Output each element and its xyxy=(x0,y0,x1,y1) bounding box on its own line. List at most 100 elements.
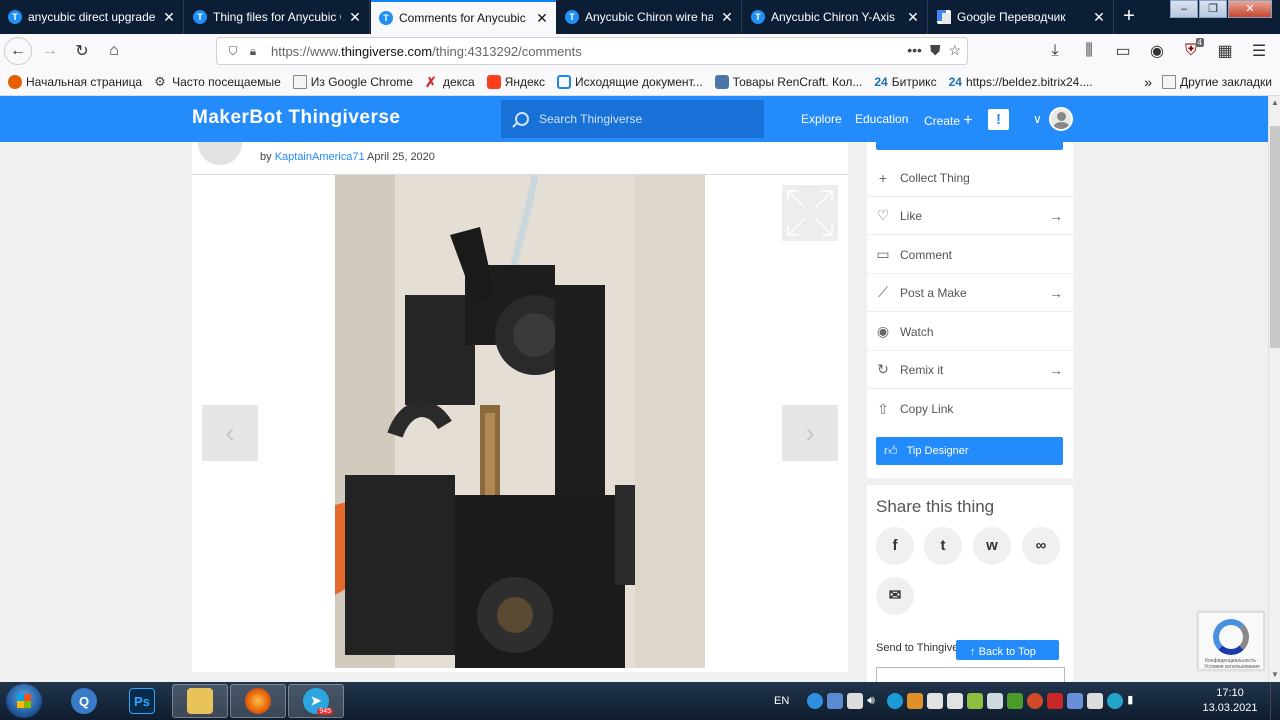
watch-button[interactable]: ◉ Watch xyxy=(867,313,1073,351)
close-icon[interactable]: ✕ xyxy=(347,9,363,25)
signal-icon[interactable]: ▮ xyxy=(1127,693,1143,709)
scrollbar-thumb[interactable] xyxy=(1270,126,1280,348)
bookmark-bitrix[interactable]: 24 Битрикс xyxy=(874,75,936,89)
language-indicator[interactable]: EN xyxy=(774,695,789,707)
fullscreen-expand-button[interactable] xyxy=(782,185,838,241)
tab-thing-files[interactable]: T Thing files for Anycubic C ✕ xyxy=(185,0,370,34)
page-actions-icon[interactable]: ••• xyxy=(907,42,922,59)
email-icon[interactable]: ✉ xyxy=(876,577,914,615)
bookmark-most-visited[interactable]: ⚙ Часто посещаемые xyxy=(154,74,281,89)
taskbar-app-firefox[interactable] xyxy=(230,684,286,718)
start-button[interactable] xyxy=(6,684,42,718)
tab-google-translate[interactable]: Google Переводчик ✕ xyxy=(929,0,1114,34)
whatsapp-icon[interactable]: w xyxy=(973,527,1011,565)
search-input[interactable]: Search Thingiverse xyxy=(501,100,764,138)
show-desktop-button[interactable] xyxy=(1270,682,1280,720)
pocket-icon[interactable]: ⛊ xyxy=(930,42,941,59)
tray-app-icon[interactable] xyxy=(1047,693,1064,709)
notifications-button[interactable]: ! xyxy=(988,109,1009,130)
network-icon[interactable] xyxy=(887,693,904,709)
like-button[interactable]: ♡ Like → xyxy=(867,197,1073,235)
address-bar[interactable]: ⛉ 🔒︎ https://www.thingiverse.com/thing:4… xyxy=(216,37,968,65)
new-tab-button[interactable]: + xyxy=(1116,4,1142,30)
tray-app-icon[interactable] xyxy=(1067,693,1084,709)
author-link[interactable]: KaptainAmerica71 xyxy=(275,151,365,163)
close-icon[interactable]: ✕ xyxy=(1091,9,1107,25)
account-icon[interactable]: ◉ xyxy=(1142,37,1172,65)
download-button[interactable] xyxy=(876,142,1063,150)
library-icon[interactable]: ⫼ xyxy=(1074,37,1104,65)
tab-comments-active[interactable]: T Comments for Anycubic C ✕ xyxy=(371,0,556,34)
send-to-input[interactable] xyxy=(876,667,1065,683)
close-icon[interactable]: ✕ xyxy=(161,9,177,25)
facebook-icon[interactable]: f xyxy=(876,527,914,565)
post-a-make-button[interactable]: ⟋ Post a Make → xyxy=(867,274,1073,312)
tray-app-icon[interactable] xyxy=(1107,693,1124,709)
tab-chiron-wire-harness[interactable]: T Anycubic Chiron wire har ✕ xyxy=(557,0,742,34)
gallery-next-button[interactable]: › xyxy=(782,405,838,461)
downloads-icon[interactable]: ⤓ xyxy=(1040,37,1070,65)
forward-button[interactable]: → xyxy=(36,37,64,65)
menu-icon[interactable]: ☰ xyxy=(1244,37,1274,65)
collect-thing-button[interactable]: + Collect Thing xyxy=(867,159,1073,197)
tab-anycubic-direct-upgrade[interactable]: T anycubic direct upgrade- ✕ xyxy=(0,0,184,34)
close-icon[interactable]: ✕ xyxy=(719,9,735,25)
bookmark-deksa[interactable]: ✗ декса xyxy=(425,75,475,89)
link-icon[interactable]: ∞ xyxy=(1022,527,1060,565)
back-to-top-button[interactable]: ↑ Back to Top xyxy=(956,640,1059,660)
ublock-icon[interactable]: ⛨ 4 xyxy=(1176,37,1206,65)
twitter-icon[interactable]: t xyxy=(924,527,962,565)
bookmark-star-icon[interactable]: ☆ xyxy=(948,42,961,59)
taskbar-app-telegram[interactable]: ➤ 945 xyxy=(288,684,344,718)
nav-create[interactable]: Create + xyxy=(924,112,973,130)
page-scrollbar[interactable]: ▲ ▼ xyxy=(1268,96,1280,682)
bookmark-outgoing-docs[interactable]: Исходящие документ... xyxy=(557,74,703,89)
minimize-button[interactable]: – xyxy=(1170,0,1198,18)
shield-icon[interactable]: ⛉ xyxy=(223,44,243,59)
tray-app-icon[interactable] xyxy=(907,693,924,709)
nav-education[interactable]: Education xyxy=(855,112,908,126)
bookmark-from-chrome[interactable]: Из Google Chrome xyxy=(292,74,413,89)
remix-button[interactable]: ↻ Remix it → xyxy=(867,351,1073,389)
nav-explore[interactable]: Explore xyxy=(801,112,842,126)
help-icon[interactable] xyxy=(807,693,824,709)
scroll-down-arrow-icon[interactable]: ▼ xyxy=(1269,668,1280,682)
scroll-up-arrow-icon[interactable]: ▲ xyxy=(1269,96,1280,110)
other-bookmarks[interactable]: Другие закладки xyxy=(1162,75,1272,89)
tray-app-icon[interactable] xyxy=(987,693,1004,709)
url-text[interactable]: https://www.thingiverse.com/thing:431329… xyxy=(271,44,582,59)
maximize-button[interactable]: ❐ xyxy=(1199,0,1227,18)
home-button[interactable]: ⌂ xyxy=(100,37,128,65)
tray-app-icon[interactable] xyxy=(1007,693,1024,709)
bookmark-yandex[interactable]: Яндекс xyxy=(486,74,545,89)
sidebar-icon[interactable]: ▭ xyxy=(1108,37,1138,65)
author-avatar[interactable] xyxy=(198,142,242,165)
tab-chiron-y-axis[interactable]: T Anycubic Chiron Y-Axis st ✕ xyxy=(743,0,928,34)
back-button[interactable]: ← xyxy=(4,37,32,65)
taskbar-app-photoshop[interactable]: Ps xyxy=(114,684,170,718)
lock-icon[interactable]: 🔒︎ xyxy=(243,44,263,59)
cloud-icon[interactable] xyxy=(947,693,964,709)
copy-link-button[interactable]: ⇧ Copy Link xyxy=(867,390,1073,428)
tray-app-icon[interactable] xyxy=(1027,693,1044,709)
system-clock[interactable]: 17:10 13.03.2021 xyxy=(1200,686,1260,716)
volume-icon[interactable]: 🔊︎ xyxy=(867,693,883,709)
tray-app-icon[interactable] xyxy=(827,693,844,709)
window-close-button[interactable]: ✕ xyxy=(1228,0,1272,18)
bookmark-rencraft[interactable]: Товары RenCraft. Кол... xyxy=(714,74,862,89)
extension-icon[interactable]: ▦ xyxy=(1210,37,1240,65)
tray-app-icon[interactable] xyxy=(1087,693,1104,709)
chevron-down-icon[interactable]: ∨ xyxy=(1033,112,1042,126)
taskbar-app-quicktime[interactable]: Q xyxy=(56,684,112,718)
user-avatar[interactable] xyxy=(1049,107,1073,131)
more-bookmarks-chevron-icon[interactable]: » xyxy=(1144,74,1152,90)
gallery-prev-button[interactable]: ‹ xyxy=(202,405,258,461)
bookmark-beldez-bitrix[interactable]: 24 https://beldez.bitrix24.... xyxy=(949,75,1093,89)
tray-app-icon[interactable] xyxy=(967,693,984,709)
tray-app-icon[interactable] xyxy=(847,693,864,709)
thing-photo[interactable] xyxy=(335,175,705,668)
site-logo[interactable]: MakerBot Thingiverse xyxy=(192,107,401,129)
reload-button[interactable]: ↻ xyxy=(68,37,96,65)
close-icon[interactable]: ✕ xyxy=(905,9,921,25)
comment-button[interactable]: ▭ Comment xyxy=(867,236,1073,274)
